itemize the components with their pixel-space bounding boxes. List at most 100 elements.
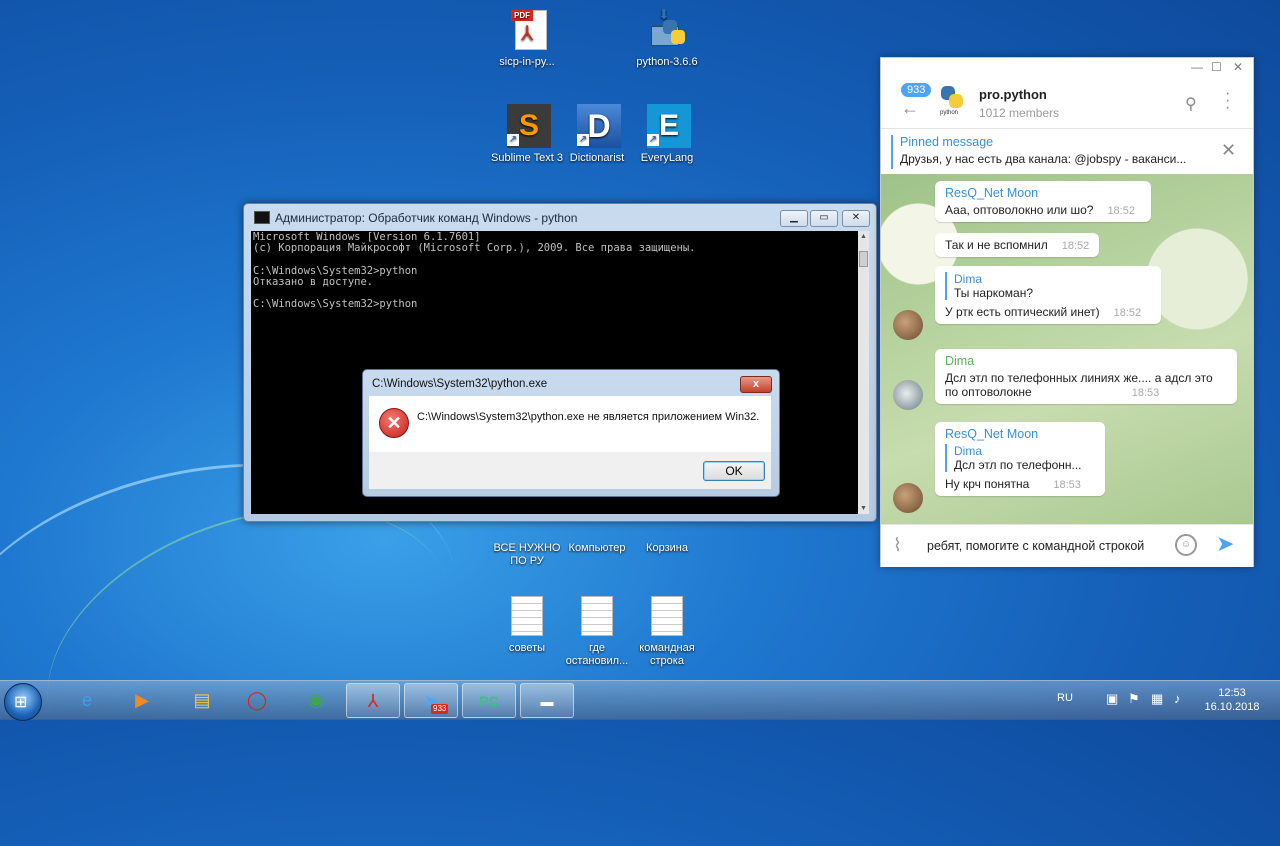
message-bubble[interactable]: Dima Ты наркоман? У ртк есть оптический … bbox=[935, 266, 1161, 324]
desktop-icon-label: советы bbox=[508, 642, 546, 654]
tray-device-icon[interactable]: ▣ bbox=[1106, 691, 1118, 730]
quote-text: Ты наркоман? bbox=[954, 286, 1034, 300]
taskbar: ⊞ e ▶ ▤ ◯ ◉ ⅄ ➤ 933 PC ▬ RU ▣ ⚑ ▦ ♪ 12:53… bbox=[0, 680, 1280, 721]
message-time: 18:52 bbox=[1107, 205, 1135, 217]
pdf-file-icon: PDF ⅄ bbox=[507, 8, 547, 52]
member-count: 1012 members bbox=[979, 106, 1060, 120]
tray-flag-icon[interactable]: ⚑ bbox=[1128, 691, 1140, 730]
message-text: по оптоволокне bbox=[945, 385, 1032, 399]
message-time: 18:53 bbox=[1131, 387, 1160, 399]
taskbar-pycharm-icon[interactable]: PC bbox=[462, 683, 516, 718]
python-installer-icon: ⬇ bbox=[647, 7, 687, 52]
scroll-thumb[interactable] bbox=[859, 251, 868, 267]
clock[interactable]: 12:53 16.10.2018 bbox=[1200, 686, 1264, 714]
sender-name[interactable]: ResQ_Net Moon bbox=[945, 186, 1141, 200]
desktop-icon-recycle-bin[interactable]: Корзина bbox=[631, 518, 703, 555]
minimize-button[interactable]: — bbox=[1191, 60, 1203, 74]
desktop-icon-label: Корзина bbox=[646, 542, 688, 554]
user-avatar[interactable] bbox=[893, 380, 923, 410]
group-avatar[interactable]: python bbox=[937, 84, 967, 120]
reply-quote[interactable]: Dima Дсл этл по телефонн... bbox=[945, 444, 1095, 472]
desktop-icon-komandnaya-stroka[interactable]: командная строка bbox=[631, 596, 703, 668]
desktop-icon-label: где остановил... bbox=[565, 642, 629, 667]
desktop-icon-label: EveryLang bbox=[640, 152, 694, 164]
taskbar-telegram-icon[interactable]: ➤ 933 bbox=[404, 683, 458, 718]
message-bubble[interactable]: ResQ_Net Moon Ааа, оптоволокно или шо? 18… bbox=[935, 181, 1151, 222]
taskbar-ie-icon[interactable]: e bbox=[60, 683, 114, 718]
tray-volume-icon[interactable]: ♪ bbox=[1174, 691, 1181, 730]
message-bubble[interactable]: Так и не вспомнил 18:52 bbox=[935, 233, 1100, 257]
message-input-bar: ⌇ ребят, помогите с командной строкой ☺ … bbox=[881, 524, 1253, 567]
pinned-title: Pinned message bbox=[900, 135, 994, 149]
taskbar-opera-icon[interactable]: ◯ bbox=[230, 683, 284, 718]
taskbar-explorer-icon[interactable]: ▤ bbox=[175, 683, 229, 718]
everylang-icon: E ↗ bbox=[647, 104, 691, 148]
language-indicator[interactable]: RU bbox=[1057, 692, 1073, 731]
taskbar-media-player-icon[interactable]: ▶ bbox=[115, 683, 169, 718]
sender-name[interactable]: ResQ_Net Moon bbox=[945, 427, 1095, 441]
scroll-up-icon[interactable]: ▲ bbox=[860, 233, 867, 240]
error-dialog-body: ✕ C:\Windows\System32\python.exe не явля… bbox=[369, 396, 771, 452]
desktop-icon-sicp-pdf[interactable]: PDF ⅄ sicp-in-py... bbox=[491, 8, 563, 69]
user-avatar[interactable] bbox=[893, 310, 923, 340]
desktop-icon-computer[interactable]: Компьютер bbox=[561, 518, 633, 555]
clock-time: 12:53 bbox=[1218, 687, 1246, 699]
unread-badge: 933 bbox=[901, 83, 932, 97]
chat-area[interactable]: ResQ_Net Moon Ааа, оптоволокно или шо? 18… bbox=[881, 174, 1253, 524]
telegram-window[interactable]: — ☐ ✕ ← 933 python pro.python 1012 membe… bbox=[880, 57, 1254, 567]
close-pinned-icon[interactable]: ✕ bbox=[1221, 140, 1236, 161]
back-arrow-icon[interactable]: ← bbox=[901, 98, 919, 119]
message-text: Ну крч понятна bbox=[945, 477, 1030, 491]
minimize-button[interactable]: ▁ bbox=[780, 210, 808, 227]
message-time: 18:52 bbox=[1113, 307, 1142, 319]
desktop-icon-folder[interactable]: ВСЕ НУЖНО ПО РУ bbox=[491, 518, 563, 568]
tray-network-icon[interactable]: ▦ bbox=[1151, 691, 1163, 730]
message-input[interactable]: ребят, помогите с командной строкой bbox=[927, 539, 1144, 553]
sublime-text-icon: S ↗ bbox=[507, 104, 551, 148]
close-button[interactable]: ✕ bbox=[1233, 60, 1243, 74]
message-bubble[interactable]: Dima Дсл этл по телефонных линиях же....… bbox=[935, 349, 1237, 404]
desktop-icon-gde-ostanovil[interactable]: где остановил... bbox=[561, 596, 633, 668]
desktop-icon-label: sicp-in-py... bbox=[499, 56, 555, 68]
error-dialog[interactable]: C:\Windows\System32\python.exe x ✕ C:\Wi… bbox=[362, 369, 780, 497]
cmd-scrollbar[interactable]: ▲ ▼ bbox=[858, 231, 869, 514]
search-icon[interactable]: ⚲ bbox=[1185, 94, 1197, 114]
start-button[interactable]: ⊞ bbox=[4, 683, 42, 721]
maximize-button[interactable]: ▭ bbox=[810, 210, 838, 227]
emoji-icon[interactable]: ☺ bbox=[1175, 534, 1197, 556]
desktop-icon-python-installer[interactable]: ⬇ python-3.6.6 bbox=[631, 7, 703, 69]
group-name[interactable]: pro.python bbox=[979, 87, 1047, 102]
taskbar-pdf-reader-icon[interactable]: ⅄ bbox=[346, 683, 400, 718]
windows-logo-icon: ⊞ bbox=[14, 694, 28, 711]
message-text: Так и не вспомнил bbox=[945, 238, 1048, 252]
pinned-bar bbox=[891, 135, 893, 169]
desktop-icon-sublime[interactable]: S ↗ Sublime Text 3 bbox=[491, 104, 563, 165]
cmd-title-text: Администратор: Обработчик команд Windows… bbox=[275, 211, 578, 225]
more-menu-icon[interactable]: · · · bbox=[1225, 86, 1230, 116]
send-icon[interactable]: ➤ bbox=[1216, 531, 1234, 557]
maximize-button[interactable]: ☐ bbox=[1211, 60, 1222, 74]
taskbar-chrome-icon[interactable]: ◉ bbox=[289, 683, 343, 718]
message-bubble[interactable]: ResQ_Net Moon Dima Дсл этл по телефонн..… bbox=[935, 422, 1105, 496]
message-time: 18:52 bbox=[1061, 240, 1090, 252]
close-button[interactable]: x bbox=[740, 376, 772, 393]
taskbar-cmd-icon[interactable]: ▬ bbox=[520, 683, 574, 718]
clock-date: 16.10.2018 bbox=[1204, 701, 1260, 713]
reply-quote[interactable]: Dima Ты наркоман? bbox=[945, 272, 1151, 300]
desktop-icon-dictionarist[interactable]: D ↗ Dictionarist bbox=[561, 104, 633, 165]
desktop-icon-sovety[interactable]: советы bbox=[491, 596, 563, 655]
sender-name[interactable]: Dima bbox=[945, 354, 1227, 368]
ok-button[interactable]: OK bbox=[703, 461, 765, 481]
scroll-down-icon[interactable]: ▼ bbox=[860, 505, 867, 512]
error-icon: ✕ bbox=[379, 408, 409, 438]
message-text: У ртк есть оптический инет) bbox=[945, 305, 1100, 319]
text-file-icon bbox=[647, 596, 687, 636]
desktop-icon-label: Dictionarist bbox=[569, 152, 625, 164]
pinned-message[interactable]: Pinned message Друзья, у нас есть два ка… bbox=[891, 133, 1246, 171]
user-avatar[interactable] bbox=[893, 483, 923, 513]
quote-text: Дсл этл по телефонн... bbox=[954, 458, 1082, 472]
desktop-icon-label: Sublime Text 3 bbox=[491, 152, 563, 164]
desktop-icon-everylang[interactable]: E ↗ EveryLang bbox=[631, 104, 703, 165]
attach-icon[interactable]: ⌇ bbox=[893, 535, 902, 556]
close-button[interactable]: ✕ bbox=[842, 210, 870, 227]
